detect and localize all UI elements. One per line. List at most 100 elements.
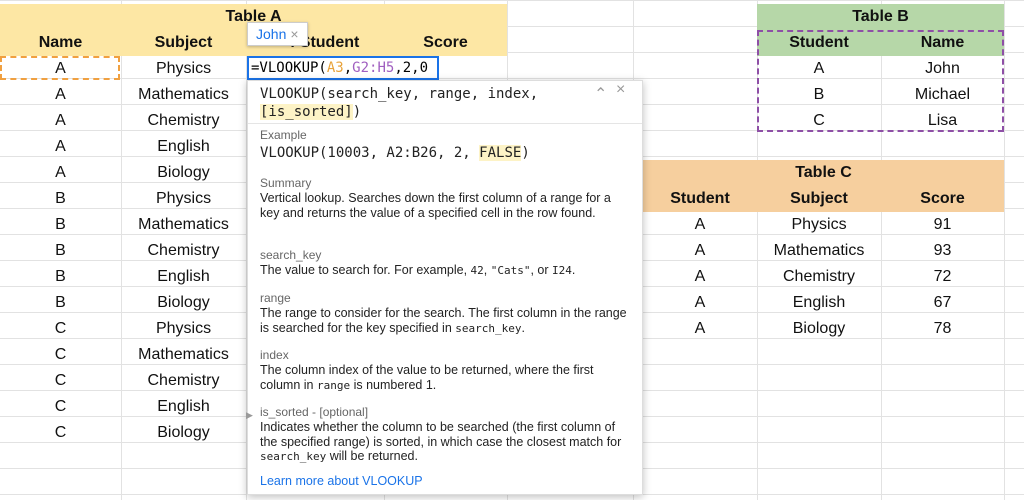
preview-value: John	[256, 26, 287, 42]
table-a-cell-name[interactable]: C	[0, 368, 121, 394]
code: I24	[552, 264, 572, 277]
col-divider	[1004, 0, 1005, 500]
table-a-cell-subject[interactable]: Mathematics	[121, 82, 246, 108]
table-a-cell-name[interactable]: A	[0, 108, 121, 134]
table-a-cell-subject[interactable]: Chemistry	[121, 368, 246, 394]
table-a-cell-subject[interactable]: English	[121, 264, 246, 290]
table-a-cell-subject[interactable]: Biology	[121, 160, 246, 186]
formula-arg-a3: A3	[326, 60, 344, 76]
table-a-cell-subject[interactable]: Physics	[121, 186, 246, 212]
table-a-cell-name[interactable]: A	[0, 160, 121, 186]
table-a-cell-name[interactable]: B	[0, 212, 121, 238]
formula-result-preview: John ×	[247, 22, 308, 46]
reference-highlight-a3	[0, 56, 120, 80]
table-c-title: Table C	[795, 164, 852, 181]
signature-optional-arg: [is_sorted]	[260, 104, 353, 120]
function-help-panel: VLOOKUP(search_key, range, index, [is_so…	[246, 80, 643, 495]
table-a-cell-name[interactable]: C	[0, 394, 121, 420]
table-a-cell-subject[interactable]: Mathematics	[121, 212, 246, 238]
table-c-cell-score[interactable]: 93	[881, 238, 1004, 264]
table-a-cell-name[interactable]: C	[0, 420, 121, 446]
code: "Cats"	[490, 264, 531, 277]
search-key-label: search_key	[260, 248, 322, 262]
table-a-cell-subject[interactable]: Physics	[121, 56, 246, 82]
table-c-cell-subject[interactable]: Chemistry	[757, 264, 881, 290]
table-a-cell-subject[interactable]: Physics	[121, 316, 246, 342]
table-a-cell-name[interactable]: A	[0, 82, 121, 108]
formula-cell-editor[interactable]: =VLOOKUP(A3,G2:H5,2,0	[247, 56, 439, 80]
table-a-cell-name[interactable]: C	[0, 342, 121, 368]
table-c-cell-score[interactable]: 78	[881, 316, 1004, 342]
code: search_key	[260, 450, 327, 463]
is-sorted-label: is_sorted - [optional]	[260, 405, 369, 419]
table-c-cell-student[interactable]: A	[643, 264, 757, 290]
table-a-cell-subject[interactable]: Biology	[121, 290, 246, 316]
text: The range to consider for the search. Th…	[260, 306, 627, 335]
code: search_key	[455, 321, 522, 335]
text: The value to search for. For example,	[260, 263, 471, 277]
signature-end: )	[352, 104, 362, 120]
collapse-triangle-icon: ▶	[246, 410, 253, 420]
learn-more-link[interactable]: Learn more about VLOOKUP	[260, 474, 423, 488]
code: 42	[470, 264, 484, 277]
table-c-cell-score[interactable]: 67	[881, 290, 1004, 316]
index-label: index	[260, 348, 289, 362]
table-c-cell-subject[interactable]: Physics	[757, 212, 881, 238]
is-sorted-text: Indicates whether the column to be searc…	[260, 420, 632, 465]
table-a-cell-subject[interactable]: Mathematics	[121, 342, 246, 368]
search-key-text: The value to search for. For example, 42…	[260, 263, 632, 279]
table-a-cell-name[interactable]: B	[0, 290, 121, 316]
table-c-cell-subject[interactable]: Mathematics	[757, 238, 881, 264]
table-a-header-name: Name	[38, 34, 83, 51]
table-c-cell-score[interactable]: 72	[881, 264, 1004, 290]
signature-line-1: VLOOKUP(search_key, range, index,	[260, 86, 539, 102]
table-c-cell-score[interactable]: 91	[881, 212, 1004, 238]
table-c-cell-subject[interactable]: Biology	[757, 316, 881, 342]
table-c-header-score: Score	[920, 190, 965, 207]
table-c-cell-student[interactable]: A	[643, 238, 757, 264]
formula-rest: ,2,0	[394, 60, 429, 76]
table-a-header-subject: Subject	[154, 34, 213, 51]
table-c-header-subject: Subject	[790, 190, 848, 207]
example-code: VLOOKUP(10003, A2:B26, 2, FALSE)	[260, 145, 530, 161]
table-a-cell-subject[interactable]: Chemistry	[121, 108, 246, 134]
table-a-cell-name[interactable]: C	[0, 316, 121, 342]
formula-prefix: =VLOOKUP(	[251, 60, 327, 76]
table-a-header-score: Score	[423, 34, 468, 51]
summary-label: Summary	[260, 176, 312, 190]
table-b-title: Table B	[852, 8, 909, 25]
chevron-up-icon[interactable]: ⌃	[594, 84, 607, 104]
range-text: The range to consider for the search. Th…	[260, 306, 632, 336]
table-c-cell-student[interactable]: A	[643, 290, 757, 316]
text: , or	[530, 263, 553, 277]
text: is numbered 1.	[350, 377, 437, 392]
text: .	[571, 263, 576, 277]
text: .	[521, 320, 525, 335]
table-a-cell-name[interactable]: B	[0, 238, 121, 264]
table-a-cell-name[interactable]: B	[0, 264, 121, 290]
summary-text: Vertical lookup. Searches down the first…	[260, 191, 611, 220]
table-a-cell-subject[interactable]: Chemistry	[121, 238, 246, 264]
function-signature: VLOOKUP(search_key, range, index, [is_so…	[260, 85, 590, 121]
range-highlight-g2-h5	[757, 30, 1004, 132]
formula-arg-range: G2:H5	[352, 60, 395, 76]
table-c-cell-student[interactable]: A	[643, 212, 757, 238]
close-icon[interactable]: ×	[616, 81, 625, 99]
function-signature-header: VLOOKUP(search_key, range, index, [is_so…	[248, 81, 642, 124]
close-icon[interactable]: ×	[290, 26, 298, 42]
example-label: Example	[260, 128, 307, 142]
table-a-cell-name[interactable]: A	[0, 134, 121, 160]
table-c-header-student: Student	[670, 190, 730, 207]
code: range	[316, 378, 351, 392]
table-c-cell-student[interactable]: A	[643, 316, 757, 342]
table-a-cell-subject[interactable]: English	[121, 394, 246, 420]
table-a-cell-subject[interactable]: English	[121, 134, 246, 160]
example-code-text: VLOOKUP(10003, A2:B26, 2,	[260, 145, 480, 161]
range-label: range	[260, 291, 291, 305]
example-code-end: )	[521, 145, 530, 161]
text: ,	[483, 263, 491, 277]
table-a-cell-subject[interactable]: Biology	[121, 420, 246, 446]
table-a-cell-name[interactable]: B	[0, 186, 121, 212]
table-c-cell-subject[interactable]: English	[757, 290, 881, 316]
text: will be returned.	[326, 449, 418, 463]
